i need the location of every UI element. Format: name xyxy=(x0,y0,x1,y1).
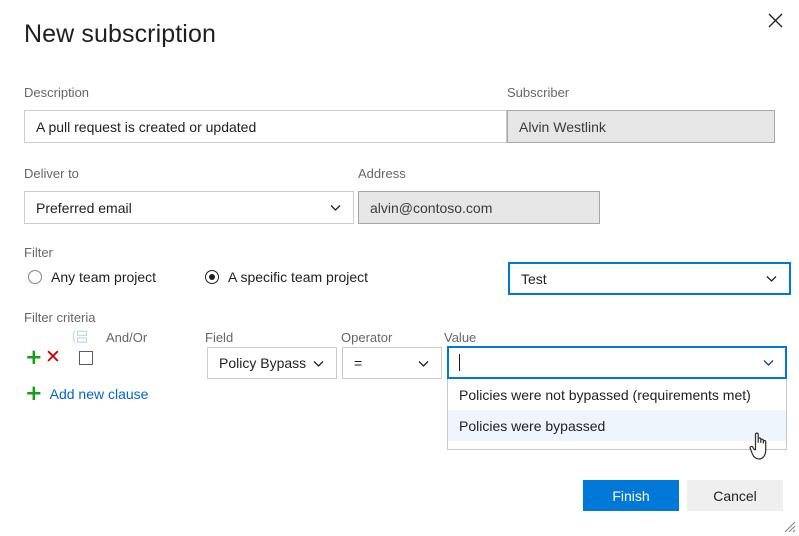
clause-grouping-icon xyxy=(72,330,88,344)
radio-indicator xyxy=(205,270,219,284)
chevron-down-icon xyxy=(417,357,430,370)
filter-label: Filter xyxy=(24,245,53,260)
add-new-clause-button[interactable]: + Add new clause xyxy=(25,383,148,404)
address-input: alvin@contoso.com xyxy=(358,191,600,224)
description-label: Description xyxy=(24,85,89,100)
column-header-value: Value xyxy=(444,330,476,345)
new-subscription-dialog: New subscription Description A pull requ… xyxy=(0,0,799,536)
dropdown-option[interactable]: Policies were bypassed xyxy=(448,410,786,441)
address-label: Address xyxy=(358,166,406,181)
delete-row-x-icon[interactable]: ✕ xyxy=(45,348,61,367)
subscriber-label: Subscriber xyxy=(507,85,569,100)
team-project-value: Test xyxy=(521,271,759,287)
add-new-clause-label: Add new clause xyxy=(50,386,149,402)
value-dropdown-list[interactable]: Policies were not bypassed (requirements… xyxy=(447,379,787,450)
radio-specific-team-project[interactable]: A specific team project xyxy=(205,269,368,285)
dropdown-option[interactable]: Policies were not bypassed (requirements… xyxy=(448,379,786,410)
finish-button[interactable]: Finish xyxy=(583,480,679,511)
description-input[interactable]: A pull request is created or updated xyxy=(24,110,507,143)
subscriber-input: Alvin Westlink xyxy=(507,110,775,143)
deliver-to-value: Preferred email xyxy=(36,200,323,216)
operator-select[interactable]: = xyxy=(342,347,442,379)
team-project-select[interactable]: Test xyxy=(508,262,791,295)
field-value: Policy Bypass xyxy=(219,355,306,371)
radio-any-team-project[interactable]: Any team project xyxy=(28,269,156,285)
chevron-down-icon[interactable] xyxy=(762,356,775,369)
column-header-and-or: And/Or xyxy=(106,330,147,345)
column-header-operator: Operator xyxy=(341,330,392,345)
close-icon xyxy=(768,13,783,28)
resize-grip-icon[interactable] xyxy=(782,519,796,533)
add-row-plus-icon[interactable]: + xyxy=(25,347,43,368)
chevron-down-icon xyxy=(765,272,778,285)
radio-label: Any team project xyxy=(51,269,156,285)
text-caret xyxy=(459,354,460,371)
chevron-down-icon xyxy=(312,357,325,370)
operator-value: = xyxy=(354,355,411,371)
radio-indicator xyxy=(28,270,42,284)
deliver-to-select[interactable]: Preferred email xyxy=(24,191,354,224)
chevron-down-icon xyxy=(329,201,342,214)
value-combobox[interactable] xyxy=(447,346,787,379)
column-header-field: Field xyxy=(205,330,233,345)
radio-label: A specific team project xyxy=(228,269,368,285)
clause-group-checkbox[interactable] xyxy=(79,351,93,365)
plus-icon: + xyxy=(25,383,43,404)
filter-criteria-label: Filter criteria xyxy=(24,310,96,325)
close-button[interactable] xyxy=(759,5,791,35)
page-title: New subscription xyxy=(24,20,216,49)
field-select[interactable]: Policy Bypass xyxy=(207,347,337,379)
cancel-button[interactable]: Cancel xyxy=(687,480,783,511)
deliver-to-label: Deliver to xyxy=(24,166,79,181)
